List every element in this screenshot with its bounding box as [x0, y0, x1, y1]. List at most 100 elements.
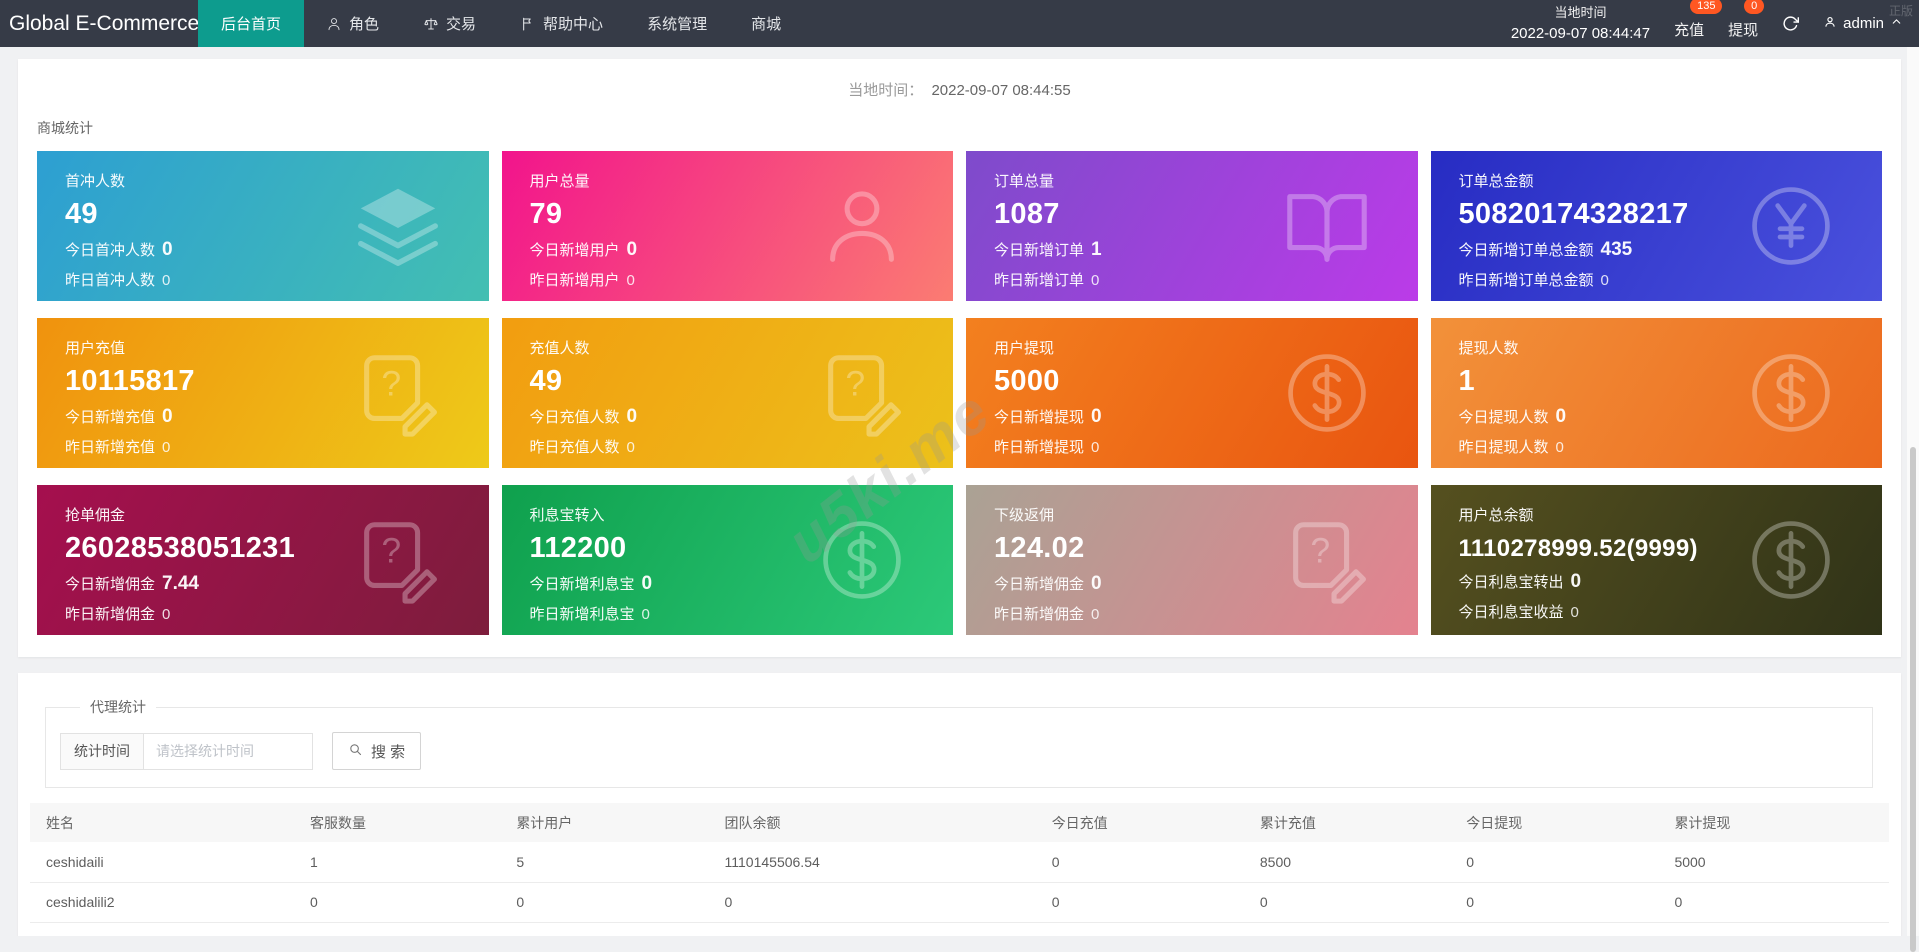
card-yesterday-value: 0 [626, 272, 635, 289]
dollar-circle-icon [1744, 513, 1838, 607]
refresh-icon[interactable] [1782, 15, 1800, 32]
table-cell: 0 [500, 882, 709, 923]
card-yesterday-value: 0 [626, 439, 635, 456]
stat-card-sub-rebate: 下级返佣 124.02 今日新增佣金 0 昨日新增佣金 0? [966, 485, 1418, 635]
stat-card-recharge-count: 充值人数 49 今日充值人数 0 昨日充值人数 0? [501, 318, 953, 468]
username: admin [1843, 15, 1884, 32]
svg-text:?: ? [381, 364, 401, 403]
doc-edit-icon: ? [351, 513, 445, 607]
agents-table: 姓名 客服数量 累计用户 团队余额 今日充值 累计充值 今日提现 累计提现 ceshidail… [30, 803, 1889, 936]
table-cell: 0 [1243, 882, 1451, 923]
table-cell: 0 [1450, 882, 1659, 923]
card-today-label: 今日新增利息宝 [529, 576, 635, 593]
local-time-value: 2022-09-07 08:44:47 [1510, 25, 1651, 43]
nav-item-label: 帮助中心 [543, 16, 604, 33]
table-cell: 0 [1450, 842, 1659, 883]
nav-item-trade[interactable]: 交易 [404, 0, 495, 47]
recharge-button[interactable]: 充值 135 [1674, 0, 1723, 40]
user-icon [326, 16, 342, 32]
withdraw-button[interactable]: 提现 0 [1728, 0, 1765, 40]
table-cell: 0 [1035, 882, 1244, 923]
card-today-value: 0 [626, 406, 638, 427]
card-today-value: 1 [1091, 239, 1102, 260]
search-button[interactable]: 搜 索 [332, 732, 422, 770]
filter-time-input[interactable] [143, 732, 313, 770]
dollar-circle-icon [1280, 346, 1374, 440]
table-cell: 0 [1035, 922, 1244, 936]
table-cell: 0 [293, 922, 501, 936]
stat-card-total-users: 用户总量 79 今日新增用户 0 昨日新增用户 0 [501, 151, 953, 301]
svg-text:?: ? [381, 531, 401, 570]
card-yesterday-value: 0 [641, 606, 650, 623]
recharge-badge: 135 [1690, 0, 1723, 14]
nav-item-system[interactable]: 系统管理 [628, 0, 726, 47]
stat-card-total-orders: 订单总量 1087 今日新增订单 1 昨日新增订单 0 [966, 151, 1418, 301]
stat-card-total-order-amount: 订单总金额 50820174328217 今日新增订单总金额 435 昨日新增订单总金额… [1430, 151, 1882, 301]
card-yesterday-label: 昨日新增利息宝 [529, 606, 635, 623]
table-cell: 8500 [1243, 842, 1451, 883]
user-icon [815, 179, 909, 273]
nav-item-label: 角色 [349, 16, 380, 33]
card-yesterday-label: 昨日新增充值 [65, 439, 156, 456]
svg-text:?: ? [1310, 531, 1330, 570]
card-today-label: 今日新增用户 [529, 242, 620, 259]
stat-card-order-commission: 抢单佣金 26028538051231 今日新增佣金 7.44 昨日新增佣金 0? [37, 485, 489, 635]
withdraw-badge: 0 [1744, 0, 1765, 14]
card-today-label: 今日提现人数 [1458, 409, 1549, 426]
agents-panel: 代理统计 统计时间 搜 索 姓名客服数量累计用户团队余额今日充值累计充值今日提现… [18, 673, 1901, 936]
table-cell: 0 [1035, 842, 1244, 883]
agents-legend: 代理统计 [90, 699, 146, 715]
agents-filter-box: 代理统计 统计时间 搜 索 [45, 697, 1873, 788]
agents-table-body: ceshidaili 1 5 1110145506.54 0 8500 0 5000 ceshi… [30, 842, 1889, 936]
table-cell: 0 [708, 922, 1036, 936]
card-today-value: 0 [1091, 573, 1102, 594]
nav-item-roles[interactable]: 角色 [307, 0, 398, 47]
card-today-value: 0 [641, 573, 653, 594]
agents-header-row: 姓名 客服数量 累计用户 团队余额 今日充值 累计充值 今日提现 累计提现 [30, 803, 1889, 842]
scrollbar-thumb[interactable] [1910, 447, 1916, 952]
column-header: 团队余额 [708, 803, 1036, 842]
page: { "navbar": { "logo": "Global E-Commerce… [0, 0, 1919, 952]
search-button-label: 搜 索 [371, 743, 406, 761]
card-yesterday-value: 0 [1091, 606, 1100, 623]
card-today-label: 今日新增订单总金额 [1458, 242, 1594, 259]
nav-item-help[interactable]: 帮助中心 [501, 0, 622, 47]
card-today-value: 0 [626, 239, 638, 260]
agents-filter-row: 统计时间 搜 索 [60, 732, 1872, 770]
card-today-value: 7.44 [162, 573, 199, 594]
table-row: a000010000000 [30, 922, 1889, 936]
stat-card-withdraw-count: 提现人数 1 今日提现人数 0 昨日提现人数 0 [1430, 318, 1882, 468]
top-navbar: Global E-Commerce... 后台首页 角色 交易 帮助中心 系统管理 商城 … [0, 0, 1919, 47]
stat-card-user-recharge: 用户充值 10115817 今日新增充值 0 昨日新增充值 0? [37, 318, 489, 468]
card-yesterday-label: 昨日新增订单总金额 [1458, 272, 1594, 289]
card-today-label: 今日新增佣金 [65, 576, 156, 593]
nav-item-label: 系统管理 [647, 16, 708, 33]
table-row: ceshidalili2 0 0 0 0 0 0 0 [30, 882, 1889, 923]
dollar-circle-icon [815, 513, 909, 607]
card-today-value: 0 [1091, 406, 1102, 427]
card-today-label: 今日利息宝转出 [1458, 574, 1564, 591]
card-yesterday-value: 0 [1091, 272, 1100, 289]
table-row: ceshidaili 1 5 1110145506.54 0 8500 0 5000 [30, 842, 1889, 883]
card-yesterday-label: 昨日提现人数 [1458, 439, 1549, 456]
card-today-value: 0 [1555, 406, 1567, 427]
table-cell: 0 [708, 882, 1036, 923]
doc-edit-icon: ? [815, 346, 909, 440]
yen-circle-icon [1744, 179, 1838, 273]
card-today-label: 今日新增佣金 [994, 576, 1085, 593]
card-today-label: 今日新增充值 [65, 409, 156, 426]
card-yesterday-label: 昨日充值人数 [529, 439, 620, 456]
vertical-scrollbar[interactable] [1907, 47, 1919, 952]
card-yesterday-label: 昨日新增订单 [994, 272, 1085, 289]
card-today-label: 今日新增提现 [994, 409, 1085, 426]
nav-item-home[interactable]: 后台首页 [198, 0, 305, 47]
local-time-banner: 当地时间： 2022-09-07 08:44:55 [18, 59, 1901, 100]
main-content: 当地时间： 2022-09-07 08:44:55 商城统计 首冲人数 49 今日首… [0, 47, 1919, 936]
card-today-value: 0 [1570, 571, 1582, 592]
card-yesterday-label: 昨日新增佣金 [994, 606, 1085, 623]
nav-item-mall[interactable]: 商城 [732, 0, 800, 47]
recharge-label: 充值 [1674, 22, 1705, 39]
column-header: 今日提现 [1450, 803, 1659, 842]
card-today-value: 435 [1600, 239, 1633, 260]
stat-cards-grid: 首冲人数 49 今日首冲人数 0 昨日首冲人数 0 用户总量 79 今日新增用户 0 昨日新增用户 0… [18, 138, 1901, 635]
